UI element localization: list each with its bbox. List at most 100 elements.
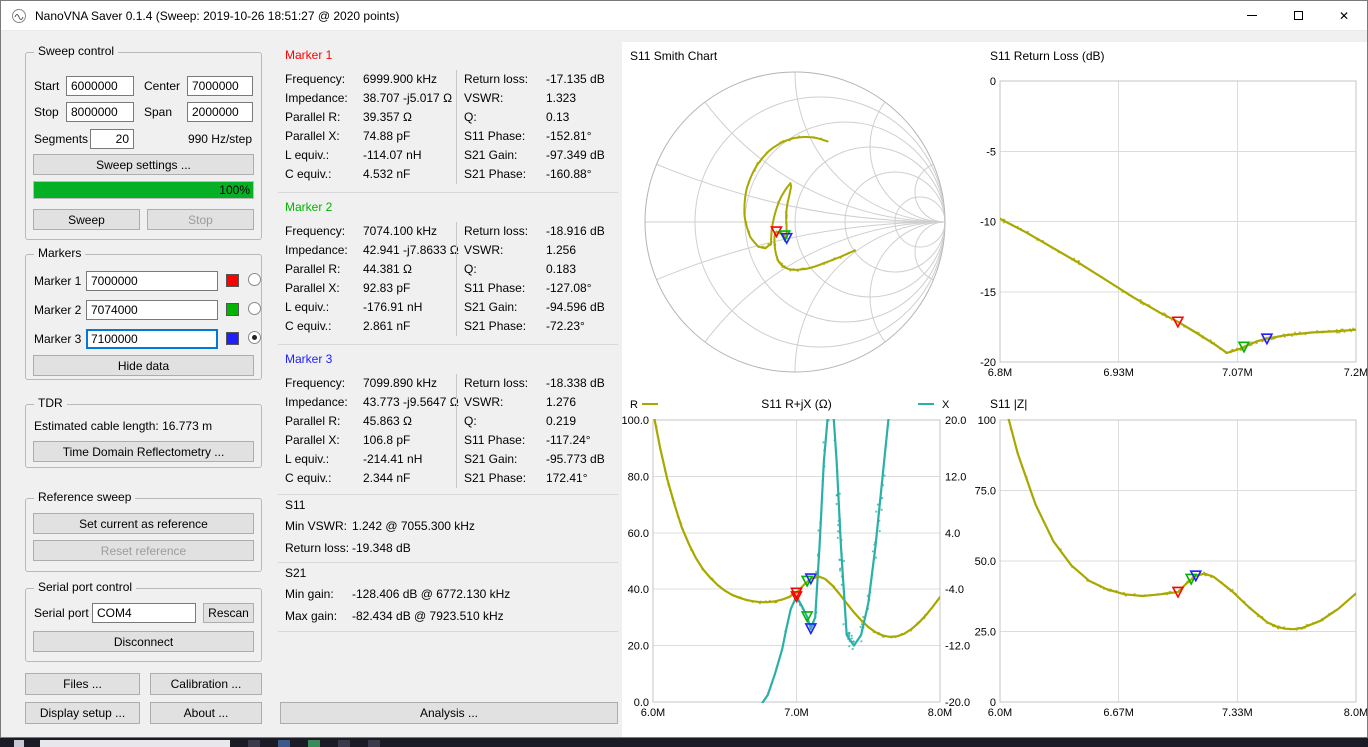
set-reference-button[interactable]: Set current as reference — [33, 513, 254, 534]
separator — [278, 344, 618, 345]
svg-text:50.0: 50.0 — [975, 556, 996, 568]
marker-data-value: 0.183 — [546, 262, 576, 276]
svg-text:75.0: 75.0 — [975, 486, 996, 498]
svg-text:7.0M: 7.0M — [784, 707, 808, 719]
center-frequency-input[interactable] — [187, 76, 253, 96]
minimize-button[interactable] — [1229, 1, 1275, 30]
segments-input[interactable] — [90, 129, 134, 149]
marker-1-info-title: Marker 1 — [285, 48, 332, 62]
center-label: Center — [144, 79, 180, 93]
svg-text:R: R — [630, 399, 638, 411]
marker-data-value: -117.24° — [546, 433, 591, 447]
close-button[interactable]: ✕ — [1321, 1, 1367, 30]
marker-data-value: 4.532 nF — [363, 167, 410, 181]
marker-2-info-right-column: Return loss:-18.916 dBVSWR:1.256Q:0.183S… — [464, 222, 605, 336]
serial-port-input[interactable] — [92, 603, 196, 623]
svg-text:X: X — [942, 399, 950, 411]
display-setup-button[interactable]: Display setup ... — [25, 702, 140, 724]
cable-length-text: Estimated cable length: 16.773 m — [34, 419, 212, 433]
marker-3-frequency-input[interactable] — [86, 329, 218, 349]
marker-data-label: Parallel R: — [285, 412, 363, 431]
taskbar-icon[interactable] — [368, 740, 380, 747]
marker-data-label: S21 Phase: — [464, 469, 546, 488]
maximize-button[interactable] — [1275, 1, 1321, 30]
svg-text:S11 |Z|: S11 |Z| — [990, 397, 1027, 411]
svg-text:0: 0 — [990, 76, 996, 88]
svg-text:6.67M: 6.67M — [1103, 707, 1134, 719]
taskbar-start-icon[interactable] — [14, 740, 24, 747]
taskbar-icon[interactable] — [338, 740, 350, 747]
marker-3-radio[interactable] — [248, 331, 261, 344]
start-frequency-input[interactable] — [66, 76, 134, 96]
sweep-button[interactable]: Sweep — [33, 209, 140, 230]
marker-data-value: 0.219 — [546, 414, 576, 428]
marker-1-radio[interactable] — [248, 273, 261, 286]
rescan-button[interactable]: Rescan — [203, 603, 254, 623]
s21-max-gain-label: Max gain: — [285, 609, 337, 623]
marker-data-label: S21 Phase: — [464, 165, 546, 184]
marker-2-label: Marker 2 — [34, 303, 81, 317]
disconnect-button[interactable]: Disconnect — [33, 631, 254, 652]
stop-sweep-button[interactable]: Stop — [147, 209, 254, 230]
time-domain-reflectometry-button[interactable]: Time Domain Reflectometry ... — [33, 441, 254, 462]
marker-data-label: C equiv.: — [285, 165, 363, 184]
marker-data-value: 7099.890 kHz — [363, 376, 437, 390]
marker-data-label: L equiv.: — [285, 298, 363, 317]
marker-data-value: -114.07 nH — [363, 148, 421, 162]
separator — [278, 494, 618, 495]
taskbar-sliver[interactable] — [0, 738, 1368, 747]
s11-rjx-chart[interactable]: 100.080.060.040.020.00.020.012.04.0-4.0-… — [622, 392, 982, 737]
hide-data-button[interactable]: Hide data — [33, 355, 254, 376]
close-icon: ✕ — [1339, 10, 1349, 22]
serial-port-group: Serial port control Serial port Rescan D… — [25, 588, 262, 662]
marker-1-frequency-input[interactable] — [86, 271, 218, 291]
files-button[interactable]: Files ... — [25, 673, 140, 695]
taskbar-search-box[interactable] — [40, 740, 230, 747]
marker-data-label: VSWR: — [464, 241, 546, 260]
taskbar-icon[interactable] — [308, 740, 320, 747]
marker-data-value: 1.256 — [546, 243, 576, 257]
marker-data-label: Frequency: — [285, 70, 363, 89]
svg-text:6.8M: 6.8M — [988, 367, 1012, 379]
marker-data-label: S21 Gain: — [464, 146, 546, 165]
marker-2-info-title: Marker 2 — [285, 200, 332, 214]
calibration-button[interactable]: Calibration ... — [150, 673, 262, 695]
s21-min-gain-value: -128.406 dB @ 6772.130 kHz — [352, 587, 510, 601]
marker-data-label: S11 Phase: — [464, 431, 546, 450]
svg-text:6.0M: 6.0M — [988, 707, 1012, 719]
marker-data-value: -160.88° — [546, 167, 592, 181]
marker-data-value: 38.707 -j5.017 Ω — [363, 91, 452, 105]
taskbar-icon[interactable] — [278, 740, 290, 747]
serial-port-group-title: Serial port control — [34, 580, 136, 594]
separator — [278, 631, 618, 632]
marker-data-value: 74.88 pF — [363, 129, 410, 143]
marker-2-radio[interactable] — [248, 302, 261, 315]
marker-2-frequency-input[interactable] — [86, 300, 218, 320]
marker-1-color-swatch[interactable] — [226, 274, 239, 287]
s11-return-loss-chart[interactable]: 0-5-10-15-206.8M6.93M7.07M7.2MS11 Return… — [962, 44, 1368, 389]
marker-info-divider — [456, 374, 457, 488]
stop-frequency-input[interactable] — [66, 102, 134, 122]
s11-smith-chart[interactable]: S11 Smith Chart — [622, 44, 967, 392]
span-frequency-input[interactable] — [187, 102, 253, 122]
analysis-button[interactable]: Analysis ... — [280, 702, 618, 724]
marker-2-color-swatch[interactable] — [226, 303, 239, 316]
taskbar-icon[interactable] — [248, 740, 260, 747]
svg-text:8.0M: 8.0M — [1344, 707, 1368, 719]
marker-data-value: -72.23° — [546, 319, 585, 333]
svg-text:-10: -10 — [980, 217, 996, 229]
marker-data-label: Parallel X: — [285, 127, 363, 146]
marker-1-info-panel: Marker 1 Frequency:6999.900 kHzImpedance… — [278, 44, 618, 190]
svg-text:4.0: 4.0 — [945, 528, 960, 540]
s21-section-title: S21 — [285, 566, 306, 580]
about-button[interactable]: About ... — [150, 702, 262, 724]
reset-reference-button[interactable]: Reset reference — [33, 540, 254, 561]
marker-data-label: Frequency: — [285, 374, 363, 393]
sweep-settings-button[interactable]: Sweep settings ... — [33, 154, 254, 175]
svg-text:7.2M: 7.2M — [1344, 367, 1368, 379]
marker-3-color-swatch[interactable] — [226, 332, 239, 345]
marker-data-label: Return loss: — [464, 70, 546, 89]
marker-data-label: VSWR: — [464, 89, 546, 108]
marker-data-value: 45.863 Ω — [363, 414, 412, 428]
s11-z-chart[interactable]: 10075.050.025.006.0M6.67M7.33M8.0MS11 |Z… — [962, 392, 1368, 737]
